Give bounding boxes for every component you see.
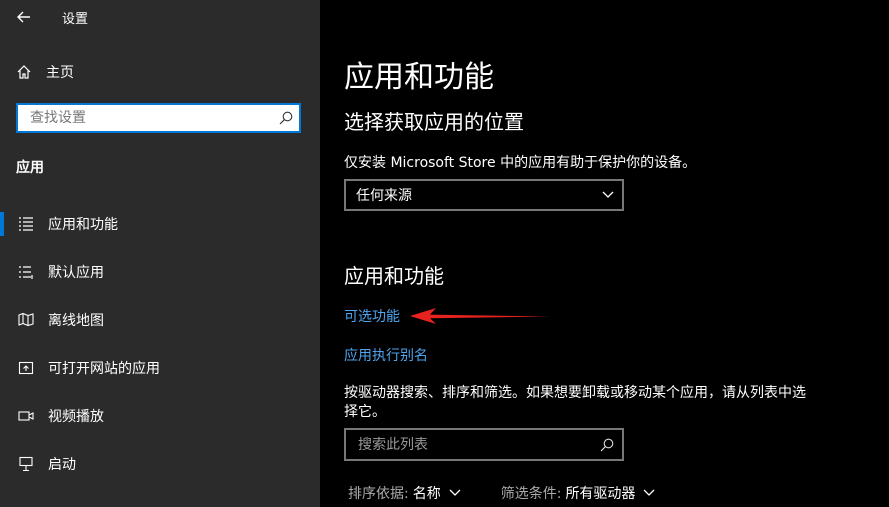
- list-icon: [16, 264, 36, 280]
- filter-dropdown[interactable]: 筛选条件: 所有驱动器: [501, 483, 656, 503]
- selected-indicator: [0, 212, 4, 236]
- app-source-dropdown[interactable]: 任何来源: [344, 179, 624, 211]
- sidebar-item-label: 启动: [48, 457, 76, 473]
- sidebar-item-startup[interactable]: 启动: [0, 444, 320, 484]
- sidebar-home[interactable]: 主页: [16, 62, 74, 82]
- apps-description: 按驱动器搜索、排序和筛选。如果想要卸载或移动某个应用，请从列表中选择它。: [344, 385, 806, 420]
- search-icon[interactable]: [600, 438, 614, 452]
- sort-filter-row: 排序依据: 名称 筛选条件: 所有驱动器: [348, 483, 655, 503]
- sidebar-item-video-playback[interactable]: 视频播放: [0, 396, 320, 436]
- list-search-box: [344, 428, 624, 461]
- sidebar-item-label: 应用和功能: [48, 217, 118, 233]
- sidebar-item-apps-features[interactable]: 应用和功能: [0, 204, 320, 244]
- search-icon[interactable]: [279, 111, 293, 125]
- annotation-arrow-icon: [410, 308, 550, 324]
- chevron-down-icon: [449, 489, 461, 496]
- install-description: 仅安装 Microsoft Store 中的应用有助于保护你的设备。: [344, 155, 697, 171]
- sort-dropdown[interactable]: 排序依据: 名称: [348, 483, 461, 503]
- sort-value: 名称: [412, 486, 441, 502]
- list-icon: [16, 216, 36, 232]
- video-icon: [16, 408, 36, 424]
- back-arrow-icon: [17, 11, 30, 23]
- sidebar-item-default-apps[interactable]: 默认应用: [0, 252, 320, 292]
- back-button[interactable]: [8, 4, 40, 30]
- sidebar-section-label: 应用: [16, 160, 44, 176]
- sidebar: 设置 主页 应用 应用和功能 默认应用: [0, 0, 320, 507]
- app-execution-alias-link[interactable]: 应用执行别名: [344, 345, 428, 365]
- install-heading: 选择获取应用的位置: [344, 110, 524, 134]
- chevron-down-icon: [602, 191, 614, 198]
- home-icon: [17, 65, 31, 79]
- optional-features-link[interactable]: 可选功能: [344, 306, 400, 326]
- sidebar-home-label: 主页: [46, 65, 74, 81]
- apps-features-heading: 应用和功能: [344, 264, 444, 288]
- page-title: 应用和功能: [344, 60, 494, 95]
- settings-search-input[interactable]: [28, 109, 279, 127]
- chevron-down-icon: [643, 489, 655, 496]
- map-icon: [16, 312, 36, 328]
- window-title: 设置: [62, 12, 89, 27]
- main-content: 应用和功能 选择获取应用的位置 仅安装 Microsoft Store 中的应用…: [320, 0, 889, 507]
- sidebar-item-label: 离线地图: [48, 313, 104, 329]
- sidebar-item-apps-for-websites[interactable]: 可打开网站的应用: [0, 348, 320, 388]
- sidebar-item-label: 可打开网站的应用: [48, 361, 160, 377]
- startup-icon: [16, 456, 36, 472]
- sidebar-item-label: 默认应用: [48, 265, 104, 281]
- sidebar-item-label: 视频播放: [48, 409, 104, 425]
- app-source-value: 任何来源: [356, 188, 412, 204]
- list-search-input[interactable]: [356, 435, 600, 454]
- settings-search-box: [16, 103, 301, 133]
- sort-label: 排序依据:: [348, 486, 409, 502]
- sidebar-item-offline-maps[interactable]: 离线地图: [0, 300, 320, 340]
- filter-value: 所有驱动器: [565, 486, 636, 502]
- open-external-icon: [16, 360, 36, 376]
- filter-label: 筛选条件:: [500, 486, 562, 502]
